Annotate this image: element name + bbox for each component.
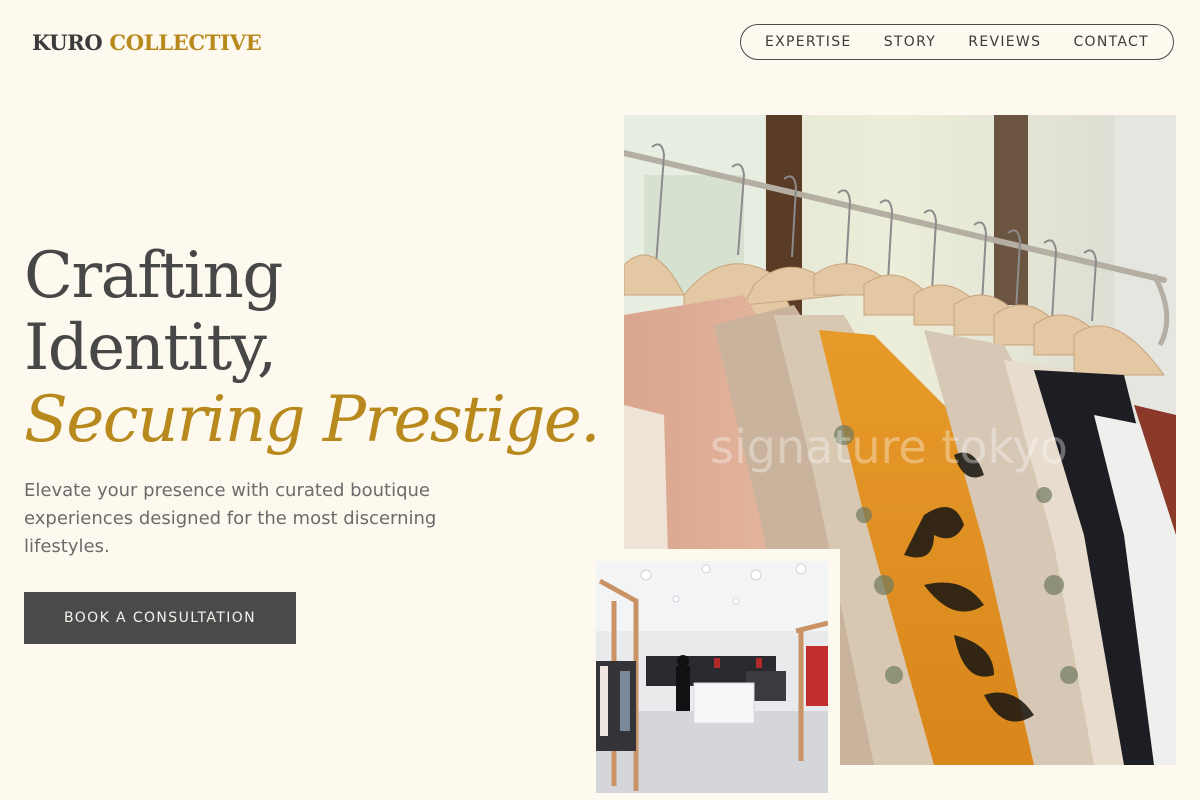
nav-item-story[interactable]: STORY — [884, 34, 936, 50]
brand-name-primary: KURO — [32, 30, 103, 55]
hero-title-line-1: Crafting — [24, 239, 283, 313]
nav-item-contact[interactable]: CONTACT — [1073, 34, 1149, 50]
brand-logo[interactable]: KURO COLLECTIVE — [32, 30, 262, 55]
boutique-interior-image — [596, 561, 828, 793]
nav-item-expertise[interactable]: EXPERTISE — [765, 34, 852, 50]
brand-name-accent: COLLECTIVE — [109, 30, 262, 55]
hero-title-line-2: Identity, — [24, 311, 277, 385]
book-consultation-button[interactable]: BOOK A CONSULTATION — [24, 592, 296, 644]
nav-item-reviews[interactable]: REVIEWS — [968, 34, 1041, 50]
main-nav: EXPERTISE STORY REVIEWS CONTACT — [740, 24, 1174, 60]
watermark-text: signature tokyo — [710, 420, 1068, 474]
hero-subtitle: Elevate your presence with curated bouti… — [24, 480, 437, 557]
hero-title: Crafting Identity, Securing Prestige. — [24, 239, 601, 457]
hero-title-accent: Securing Prestige. — [24, 383, 601, 457]
landing-page: KURO COLLECTIVE EXPERTISE STORY REVIEWS … — [0, 0, 1200, 800]
